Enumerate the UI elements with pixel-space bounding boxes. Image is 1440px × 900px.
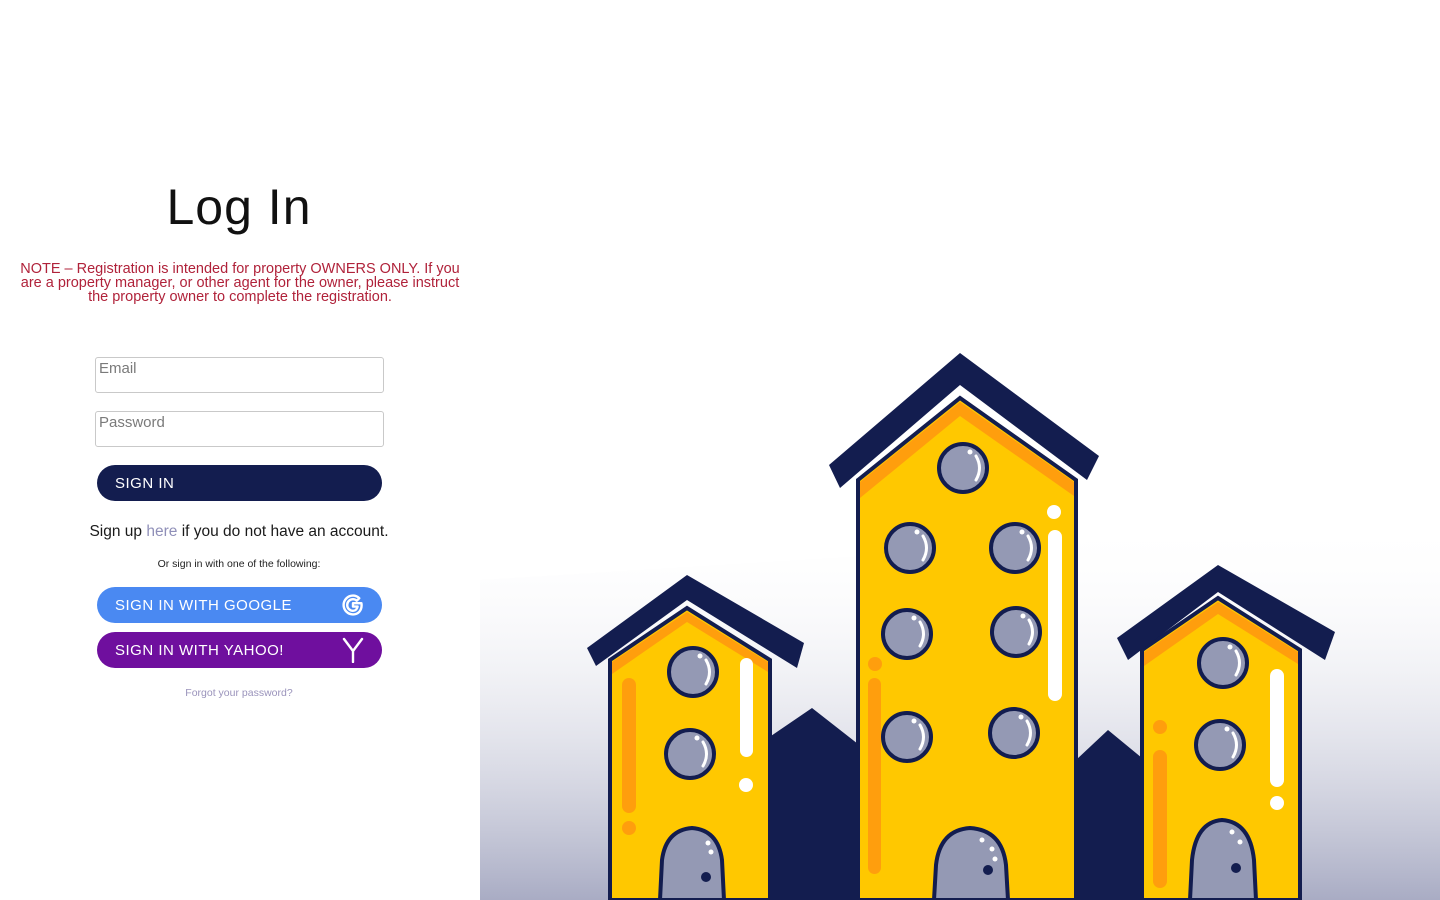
- login-panel: Log In NOTE – Registration is intended f…: [0, 0, 480, 900]
- sign-in-button-label: SIGN IN: [115, 474, 175, 492]
- yahoo-signin-button[interactable]: SIGN IN WITH YAHOO!: [97, 632, 382, 668]
- signup-prefix: Sign up: [89, 523, 143, 540]
- buildings-svg: [480, 353, 1440, 900]
- signup-link[interactable]: here: [146, 523, 177, 540]
- google-signin-button[interactable]: SIGN IN WITH GOOGLE: [97, 587, 382, 623]
- yahoo-signin-label: SIGN IN WITH YAHOO!: [115, 641, 284, 659]
- alt-signin-text: Or sign in with one of the following:: [157, 558, 321, 570]
- google-signin-label: SIGN IN WITH GOOGLE: [115, 596, 293, 614]
- signup-suffix: if you do not have an account.: [181, 523, 389, 540]
- buildings-illustration: [480, 0, 1440, 900]
- sign-in-button[interactable]: SIGN IN: [97, 465, 382, 501]
- yahoo-y-icon: [340, 637, 366, 663]
- email-field-wrapper: [95, 357, 384, 393]
- page-title: Log In: [166, 179, 312, 235]
- center-building: [829, 353, 1099, 900]
- password-field-wrapper: [95, 411, 384, 447]
- silhouette-right: [1076, 730, 1142, 900]
- forgot-password-link[interactable]: Forgot your password?: [0, 687, 478, 699]
- password-field[interactable]: [96, 412, 383, 446]
- silhouette-left: [768, 708, 858, 900]
- email-field[interactable]: [96, 358, 383, 392]
- google-g-icon: [340, 592, 366, 618]
- owner-registration-note: NOTE – Registration is intended for prop…: [20, 261, 460, 305]
- signup-text: Sign up here if you do not have an accou…: [0, 523, 478, 541]
